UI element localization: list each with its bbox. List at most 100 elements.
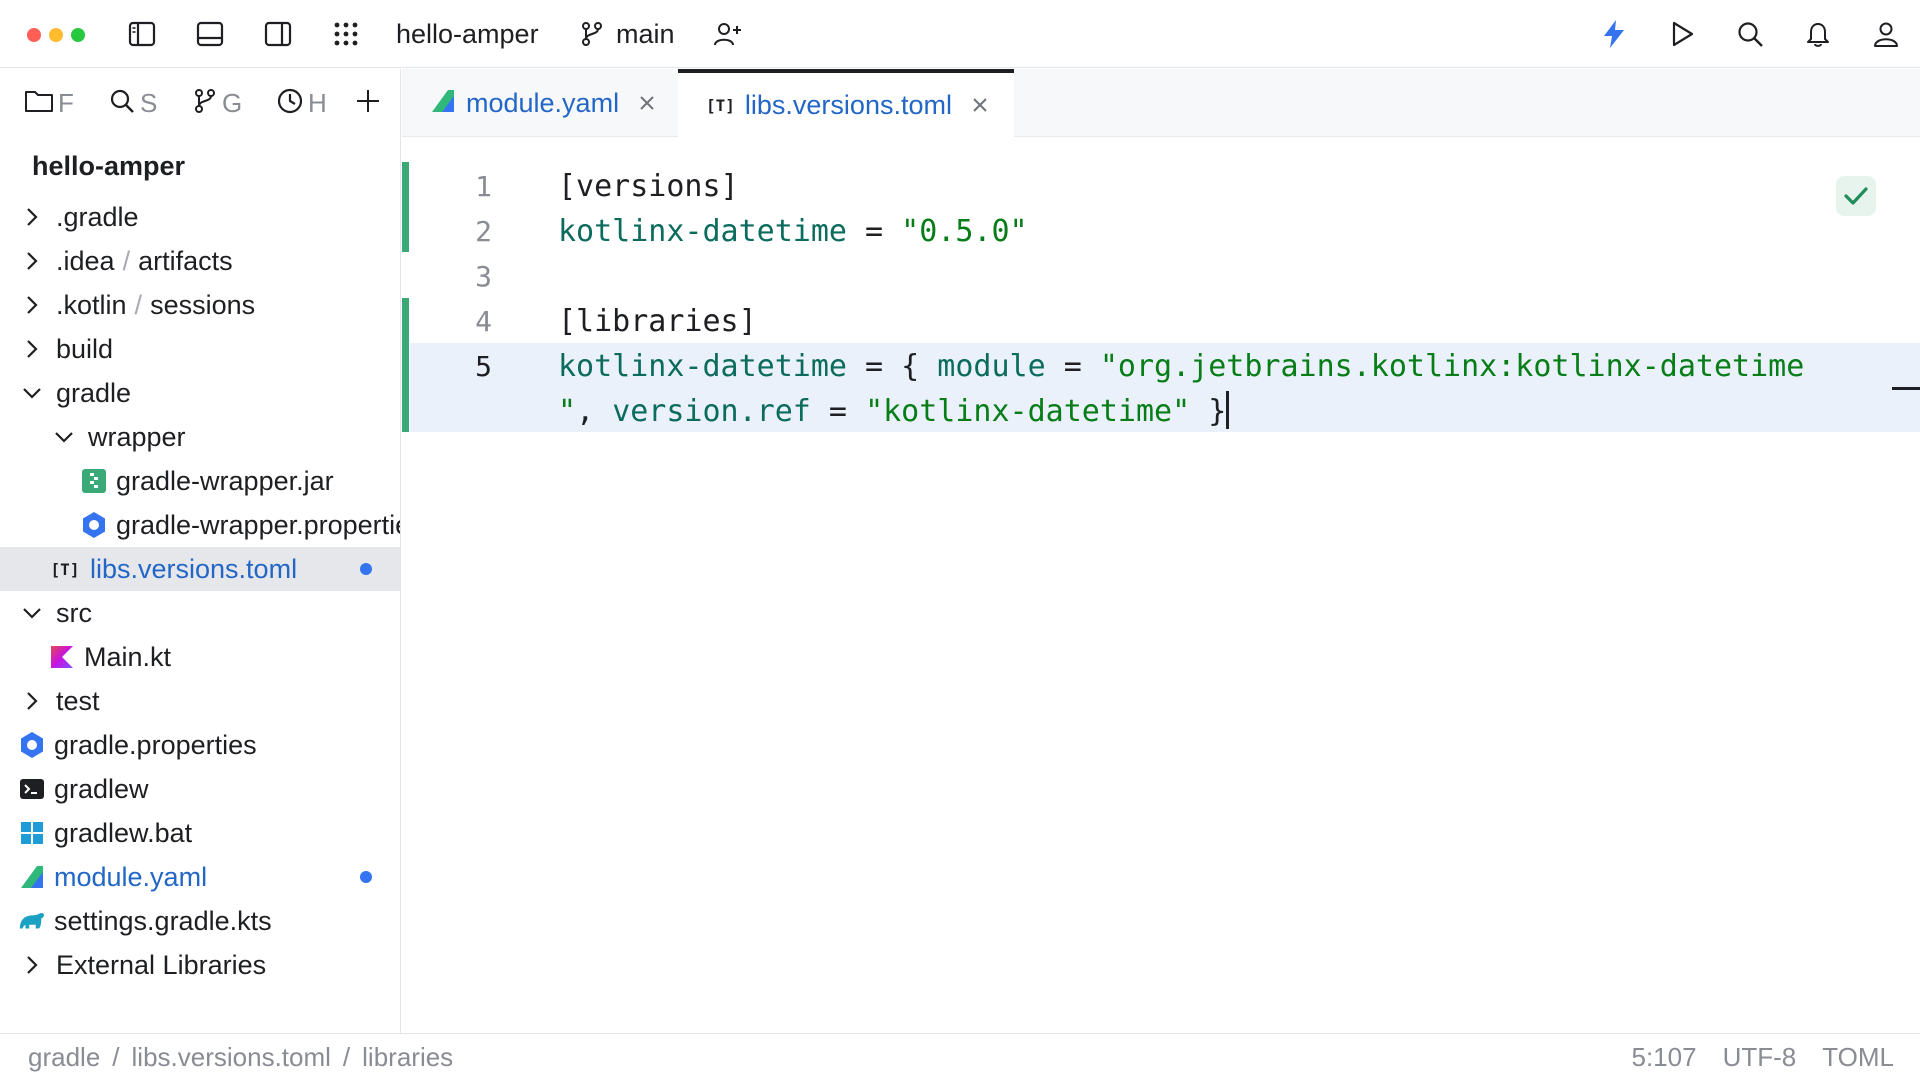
apps-grid-icon[interactable] xyxy=(330,18,362,50)
tree-item-gradlew-bat[interactable]: gradlew.bat xyxy=(0,811,400,855)
tree-item-dot-gradle[interactable]: .gradle xyxy=(0,195,400,239)
modified-indicator xyxy=(360,871,372,883)
tree-item-module-yaml[interactable]: module.yaml xyxy=(0,855,400,899)
tree-item-gradle-wrapper-properties[interactable]: gradle-wrapper.properties xyxy=(0,503,400,547)
tree-item-gradle-properties[interactable]: gradle.properties xyxy=(0,723,400,767)
breadcrumb-item[interactable]: libs.versions.toml xyxy=(132,1042,331,1073)
run-icon[interactable] xyxy=(1666,18,1698,50)
code-line-5: kotlinx-datetime = { module = "org.jetbr… xyxy=(558,349,1805,384)
windows-file-icon xyxy=(18,819,46,847)
sidebar-tabs: F S G H xyxy=(0,69,400,137)
chevron-down-icon[interactable] xyxy=(54,427,74,447)
tree-item-build[interactable]: build xyxy=(0,327,400,371)
close-icon[interactable] xyxy=(637,93,657,113)
window-zoom-button[interactable] xyxy=(71,28,85,42)
window-close-button[interactable] xyxy=(27,28,41,42)
code-line-5-wrapped: ", version.ref = "kotlinx-datetime" } xyxy=(558,390,1230,434)
modified-indicator xyxy=(360,563,372,575)
path-separator: / xyxy=(122,245,131,276)
archive-file-icon xyxy=(80,467,108,495)
sidebar-tab-files[interactable]: F xyxy=(24,86,80,120)
sidebar-tab-search[interactable]: S xyxy=(108,86,164,120)
breadcrumb-item[interactable]: gradle xyxy=(28,1042,100,1073)
folder-icon xyxy=(24,88,54,119)
properties-file-icon xyxy=(80,511,108,539)
window-minimize-button[interactable] xyxy=(49,28,63,42)
properties-file-icon xyxy=(18,731,46,759)
chevron-down-icon[interactable] xyxy=(22,383,42,403)
chevron-right-icon[interactable] xyxy=(22,251,42,271)
toggle-bottom-panel-icon[interactable] xyxy=(194,18,226,50)
chevron-down-icon[interactable] xyxy=(22,603,42,623)
chevron-right-icon[interactable] xyxy=(22,955,42,975)
clock-icon xyxy=(276,87,304,120)
search-icon xyxy=(108,87,136,120)
project-name[interactable]: hello-amper xyxy=(396,17,539,51)
branch-icon xyxy=(576,18,608,50)
code-editor[interactable]: 1 2 3 4 5 [versions] kotlinx-datetime = … xyxy=(402,138,1920,1033)
amper-file-icon xyxy=(18,863,46,891)
tree-item-wrapper[interactable]: wrapper xyxy=(0,415,400,459)
chevron-right-icon[interactable] xyxy=(22,339,42,359)
status-widgets: 5:107 UTF-8 TOML xyxy=(1605,1042,1894,1073)
tree-item-libs-versions-toml[interactable]: [T] libs.versions.toml xyxy=(0,547,400,591)
toml-file-icon: [T] xyxy=(50,559,80,579)
chevron-right-icon[interactable] xyxy=(22,295,42,315)
tree-item-main-kt[interactable]: Main.kt xyxy=(0,635,400,679)
breadcrumb-separator: / xyxy=(342,1042,351,1072)
tree-item-test[interactable]: test xyxy=(0,679,400,723)
code-line-4: [libraries] xyxy=(558,304,757,339)
file-language[interactable]: TOML xyxy=(1822,1042,1894,1073)
file-encoding[interactable]: UTF-8 xyxy=(1723,1042,1797,1073)
tree-item-settings-gradle-kts[interactable]: settings.gradle.kts xyxy=(0,899,400,943)
code-line-1: [versions] xyxy=(558,169,739,204)
toggle-left-panel-icon[interactable] xyxy=(126,18,158,50)
sidebar-tab-git[interactable]: G xyxy=(192,86,248,120)
tree-item-gradlew[interactable]: gradlew xyxy=(0,767,400,811)
tree-item-gradle-wrapper-jar[interactable]: gradle-wrapper.jar xyxy=(0,459,400,503)
text-caret xyxy=(1226,391,1230,429)
breadcrumb: gradle / libs.versions.toml / libraries xyxy=(28,1042,453,1073)
notifications-bell-icon[interactable] xyxy=(1802,18,1834,50)
path-separator: / xyxy=(134,289,143,320)
project-root-title[interactable]: hello-amper xyxy=(32,151,185,182)
account-icon[interactable] xyxy=(1870,18,1902,50)
tree-item-kotlin[interactable]: .kotlin / sessions xyxy=(0,283,400,327)
tree-item-idea[interactable]: .idea / artifacts xyxy=(0,239,400,283)
tab-module-yaml[interactable]: module.yaml xyxy=(402,69,678,137)
tree-item-gradle-folder[interactable]: gradle xyxy=(0,371,400,415)
toml-file-icon: [T] xyxy=(706,95,735,115)
search-icon[interactable] xyxy=(1734,18,1766,50)
soft-wrap-marker xyxy=(1892,387,1920,390)
breadcrumb-item[interactable]: libraries xyxy=(362,1042,453,1073)
title-bar: hello-amper main xyxy=(0,0,1920,68)
close-icon[interactable] xyxy=(970,95,990,115)
gradle-elephant-icon xyxy=(18,907,46,935)
tree-item-src[interactable]: src xyxy=(0,591,400,635)
line-number: 3 xyxy=(475,260,492,293)
project-sidebar: F S G H hello-amper .gradle .idea / arti… xyxy=(0,69,401,1033)
line-number: 4 xyxy=(475,305,492,338)
branch-name[interactable]: main xyxy=(616,17,675,51)
add-tab-button[interactable] xyxy=(354,86,384,120)
amper-file-icon xyxy=(430,88,456,119)
chevron-right-icon[interactable] xyxy=(22,691,42,711)
cursor-position[interactable]: 5:107 xyxy=(1631,1042,1696,1073)
lightning-icon[interactable] xyxy=(1598,18,1630,50)
code-line-2: kotlinx-datetime = "0.5.0" xyxy=(558,214,1028,249)
line-number: 2 xyxy=(475,215,492,248)
kotlin-file-icon xyxy=(48,643,76,671)
chevron-right-icon[interactable] xyxy=(22,207,42,227)
editor-tab-bar: module.yaml [T] libs.versions.toml xyxy=(402,69,1920,137)
line-number: 5 xyxy=(475,350,492,383)
tab-libs-versions-toml[interactable]: [T] libs.versions.toml xyxy=(678,69,1014,137)
sidebar-tab-history[interactable]: H xyxy=(276,86,332,120)
line-number: 1 xyxy=(475,170,492,203)
inspection-ok-icon[interactable] xyxy=(1836,176,1876,216)
tree-item-external-libraries[interactable]: External Libraries xyxy=(0,943,400,987)
toggle-right-panel-icon[interactable] xyxy=(262,18,294,50)
add-user-icon[interactable] xyxy=(712,18,744,50)
branch-icon xyxy=(192,87,218,120)
terminal-file-icon xyxy=(18,775,46,803)
breadcrumb-separator: / xyxy=(112,1042,120,1072)
